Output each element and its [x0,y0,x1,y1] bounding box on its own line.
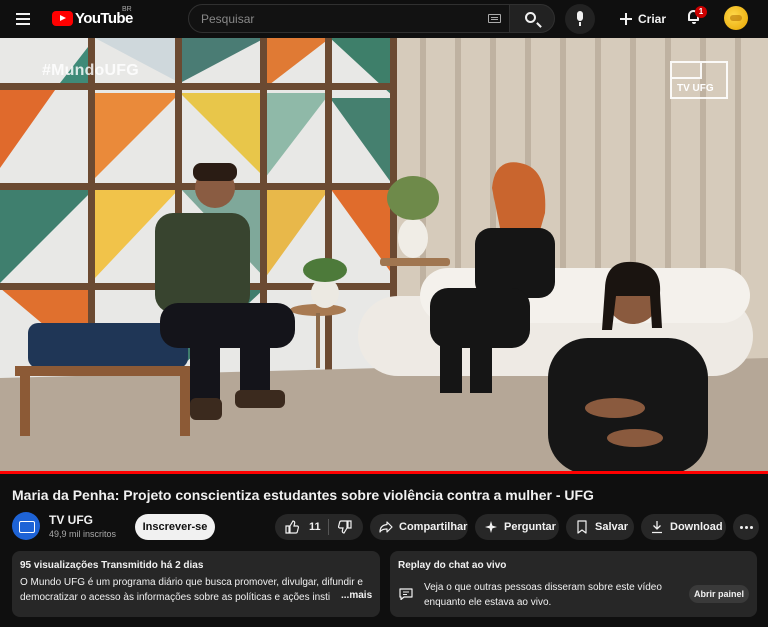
download-button[interactable]: Download [641,514,726,540]
thumbs-down-icon [338,520,352,534]
show-more-link[interactable]: ...mais [339,590,373,601]
youtube-logo-icon [52,10,73,26]
share-label: Compartilhar [399,521,468,533]
description-box[interactable]: 95 visualizações Transmitido há 2 dias O… [12,551,380,617]
search-box [188,4,510,33]
hashtag-overlay: #MundoUFG [42,62,139,79]
video-title: Maria da Penha: Projeto conscientiza est… [12,487,594,503]
top-bar: YouTube BR Criar 1 [0,0,768,38]
menu-icon[interactable] [14,9,34,29]
download-label: Download [670,521,723,533]
more-actions-button[interactable] [733,514,759,540]
search-input[interactable] [189,5,479,32]
keyboard-icon[interactable] [488,14,501,23]
chat-replay-text: Veja o que outras pessoas disseram sobre… [424,582,662,608]
share-icon [379,520,393,534]
region-code: BR [122,6,132,13]
description-text: O Mundo UFG é um programa diário que bus… [20,577,363,603]
share-button[interactable]: Compartilhar [370,514,468,540]
bookmark-icon [575,520,589,534]
tv-ufg-watermark: TV UFG [670,61,728,99]
sparkle-icon [484,520,498,534]
chat-replay-box: Replay do chat ao vivo Veja o que outras… [390,551,757,617]
download-icon [650,520,664,534]
create-button[interactable]: Criar [612,4,674,33]
progress-bar[interactable] [0,471,768,474]
create-label: Criar [637,11,666,26]
chat-icon [399,587,413,601]
subscribe-button[interactable]: Inscrever-se [135,514,215,540]
open-panel-button[interactable]: Abrir painel [689,585,749,603]
chat-replay-title: Replay do chat ao vivo [398,560,507,571]
progress-fill [0,471,768,474]
channel-avatar[interactable] [12,512,40,540]
search-button[interactable] [509,4,555,33]
voice-search-button[interactable] [565,4,595,34]
youtube-logo[interactable]: YouTube BR [52,6,133,28]
account-avatar[interactable] [724,6,748,30]
video-frame [0,38,768,474]
video-player[interactable]: #MundoUFG TV UFG [0,38,768,474]
thumbs-up-icon [285,520,299,534]
like-count: 11 [309,521,321,533]
save-label: Salvar [595,521,629,533]
like-button[interactable]: 11 [275,514,327,540]
mic-icon [577,11,583,21]
plus-icon [619,12,632,25]
dislike-button[interactable] [329,514,363,540]
ask-button[interactable]: Perguntar [475,514,559,540]
like-dislike-group: 11 [275,514,363,540]
search-icon [525,12,536,23]
subscriber-count: 49,9 mil inscritos [49,529,117,539]
notification-badge: 1 [695,6,707,18]
save-button[interactable]: Salvar [566,514,634,540]
ask-label: Perguntar [504,521,556,533]
channel-name[interactable]: TV UFG [49,513,93,527]
view-stats: 95 visualizações Transmitido há 2 dias [20,560,204,571]
